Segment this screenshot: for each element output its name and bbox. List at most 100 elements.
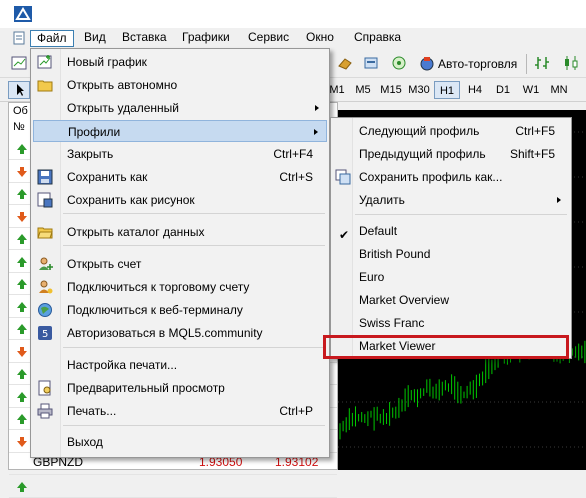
menu-bar: Файл Вид Вставка Графики Сервис Окно Спр…: [0, 28, 586, 48]
menu-window[interactable]: Окно: [300, 30, 340, 47]
arrow-down-icon: [17, 211, 27, 222]
timeframe-h1[interactable]: H1: [434, 81, 460, 99]
timeframe-m15[interactable]: M15: [378, 81, 404, 99]
menu-item-new-chart[interactable]: Новый график: [33, 51, 327, 73]
arrow-down-icon: [17, 166, 27, 177]
menu-item-connect-web-terminal[interactable]: Подключиться к веб-терминалу: [33, 299, 327, 321]
candle-chart-icon[interactable]: [562, 54, 580, 72]
menu-item-print[interactable]: Печать... Ctrl+P: [33, 400, 327, 422]
menu-item-label: Новый график: [67, 55, 147, 69]
add-account-icon: [39, 257, 53, 270]
menu-separator: [63, 425, 325, 426]
menu-item-label: Закрыть: [67, 147, 114, 161]
web-terminal-icon: [38, 303, 52, 317]
menu-item-label: Подключиться к веб-терминалу: [67, 303, 243, 317]
menu-item-profile-euro[interactable]: Euro: [333, 266, 569, 288]
menu-item-label: Market Overview: [359, 293, 450, 307]
menu-item-open-remote[interactable]: Открыть удаленный: [33, 97, 327, 119]
menu-item-previous-profile[interactable]: Предыдущий профиль Shift+F5: [333, 143, 569, 165]
submenu-arrow-icon: [557, 197, 561, 203]
app-logo-icon: [14, 6, 32, 22]
arrow-up-icon: [17, 189, 27, 199]
menu-item-mql5-login[interactable]: 5 Авторизоваться в MQL5.community: [33, 322, 327, 344]
menu-separator: [355, 214, 567, 215]
menu-item-open-offline[interactable]: Открыть автономно: [33, 74, 327, 96]
menu-item-label: Открыть счет: [67, 257, 142, 271]
market-watch-symbol-column[interactable]: №: [13, 121, 25, 133]
menu-item-close[interactable]: Закрыть Ctrl+F4: [33, 143, 327, 165]
autotrading-icon: [420, 57, 434, 71]
menu-view[interactable]: Вид: [78, 30, 112, 47]
menu-item-label: Предыдущий профиль: [359, 147, 486, 161]
menu-file[interactable]: Файл: [30, 30, 74, 47]
menu-item-print-setup[interactable]: Настройка печати...: [33, 354, 327, 376]
signals-icon[interactable]: [336, 54, 354, 72]
arrow-up-icon: [17, 234, 27, 244]
menu-item-label: Настройка печати...: [67, 358, 178, 372]
menu-item-profile-default[interactable]: ✔ Default: [333, 220, 569, 242]
arrow-up-icon: [17, 414, 27, 424]
menu-item-exit[interactable]: Выход: [33, 431, 327, 453]
timeframe-m30[interactable]: M30: [406, 81, 432, 99]
menu-item-shortcut: Ctrl+S: [279, 170, 313, 184]
timeframe-m5[interactable]: M5: [350, 81, 376, 99]
menu-item-shortcut: Shift+F5: [509, 147, 555, 161]
menu-help[interactable]: Справка: [348, 30, 407, 47]
new-chart-icon[interactable]: [10, 54, 28, 72]
menu-item-label: Подключиться к торговому счету: [67, 280, 250, 294]
save-profile-icon: [335, 169, 351, 185]
menu-separator: [63, 213, 325, 214]
menu-item-delete-profile[interactable]: Удалить: [333, 189, 569, 211]
table-row[interactable]: [9, 475, 337, 498]
menu-item-profile-swiss-franc[interactable]: Swiss Franc: [333, 312, 569, 334]
menu-item-profile-market-overview[interactable]: Market Overview: [333, 289, 569, 311]
menu-item-label: Удалить: [359, 193, 405, 207]
menu-item-save-profile-as[interactable]: Сохранить профиль как...: [333, 166, 569, 188]
market-icon[interactable]: [362, 54, 380, 72]
bar-chart-icon[interactable]: [534, 54, 552, 72]
document-icon: [13, 31, 25, 45]
arrow-up-icon: [17, 144, 27, 154]
menu-item-next-profile[interactable]: Следующий профиль Ctrl+F5: [333, 120, 569, 142]
menu-item-profiles[interactable]: Профили: [33, 120, 327, 142]
menu-item-label: British Pound: [359, 247, 431, 261]
menu-item-label: Открыть каталог данных: [67, 225, 205, 239]
submenu-arrow-icon: [314, 129, 318, 135]
file-menu: Новый график Открыть автономно Открыть у…: [30, 48, 330, 458]
toolbar-separator: [526, 54, 527, 74]
highlight-box: [323, 335, 569, 359]
menu-item-label: Открыть удаленный: [67, 101, 179, 115]
timeframe-d1[interactable]: D1: [490, 81, 516, 99]
menu-item-open-account[interactable]: Открыть счет: [33, 253, 327, 275]
menu-insert[interactable]: Вставка: [116, 30, 173, 47]
menu-item-print-preview[interactable]: Предварительный просмотр: [33, 377, 327, 399]
timeframe-h4[interactable]: H4: [462, 81, 488, 99]
menu-tools[interactable]: Сервис: [242, 30, 295, 47]
menu-item-label: Печать...: [67, 404, 117, 418]
print-preview-icon: [38, 380, 51, 396]
arrow-up-icon: [17, 481, 27, 492]
menu-item-label: Авторизоваться в MQL5.community: [67, 326, 263, 340]
menu-item-label: Профили: [68, 125, 121, 139]
cursor-icon: [17, 84, 24, 96]
menu-item-save-as-picture[interactable]: Сохранить как рисунок: [33, 189, 327, 211]
cursor-tool-button[interactable]: [8, 81, 30, 99]
vps-icon[interactable]: [390, 54, 408, 72]
timeframe-mn[interactable]: MN: [546, 81, 572, 99]
menu-separator: [63, 245, 325, 246]
connect-account-icon: [39, 280, 53, 294]
menu-item-connect-trade-account[interactable]: Подключиться к торговому счету: [33, 276, 327, 298]
menu-item-shortcut: Ctrl+P: [279, 404, 313, 418]
menu-item-save-as[interactable]: Сохранить как Ctrl+S: [33, 166, 327, 188]
menu-charts[interactable]: Графики: [176, 30, 236, 47]
menu-item-label: Euro: [359, 270, 385, 284]
timeframe-w1[interactable]: W1: [518, 81, 544, 99]
menu-item-label: Следующий профиль: [359, 124, 480, 138]
arrow-up-icon: [17, 391, 27, 402]
menu-item-shortcut: Ctrl+F5: [515, 124, 555, 138]
menu-item-label: Выход: [67, 435, 103, 449]
menu-item-label: Сохранить как: [67, 170, 148, 184]
open-folder-icon: [37, 227, 53, 239]
menu-item-open-data-folder[interactable]: Открыть каталог данных: [33, 221, 327, 243]
menu-item-profile-british-pound[interactable]: British Pound: [333, 243, 569, 265]
